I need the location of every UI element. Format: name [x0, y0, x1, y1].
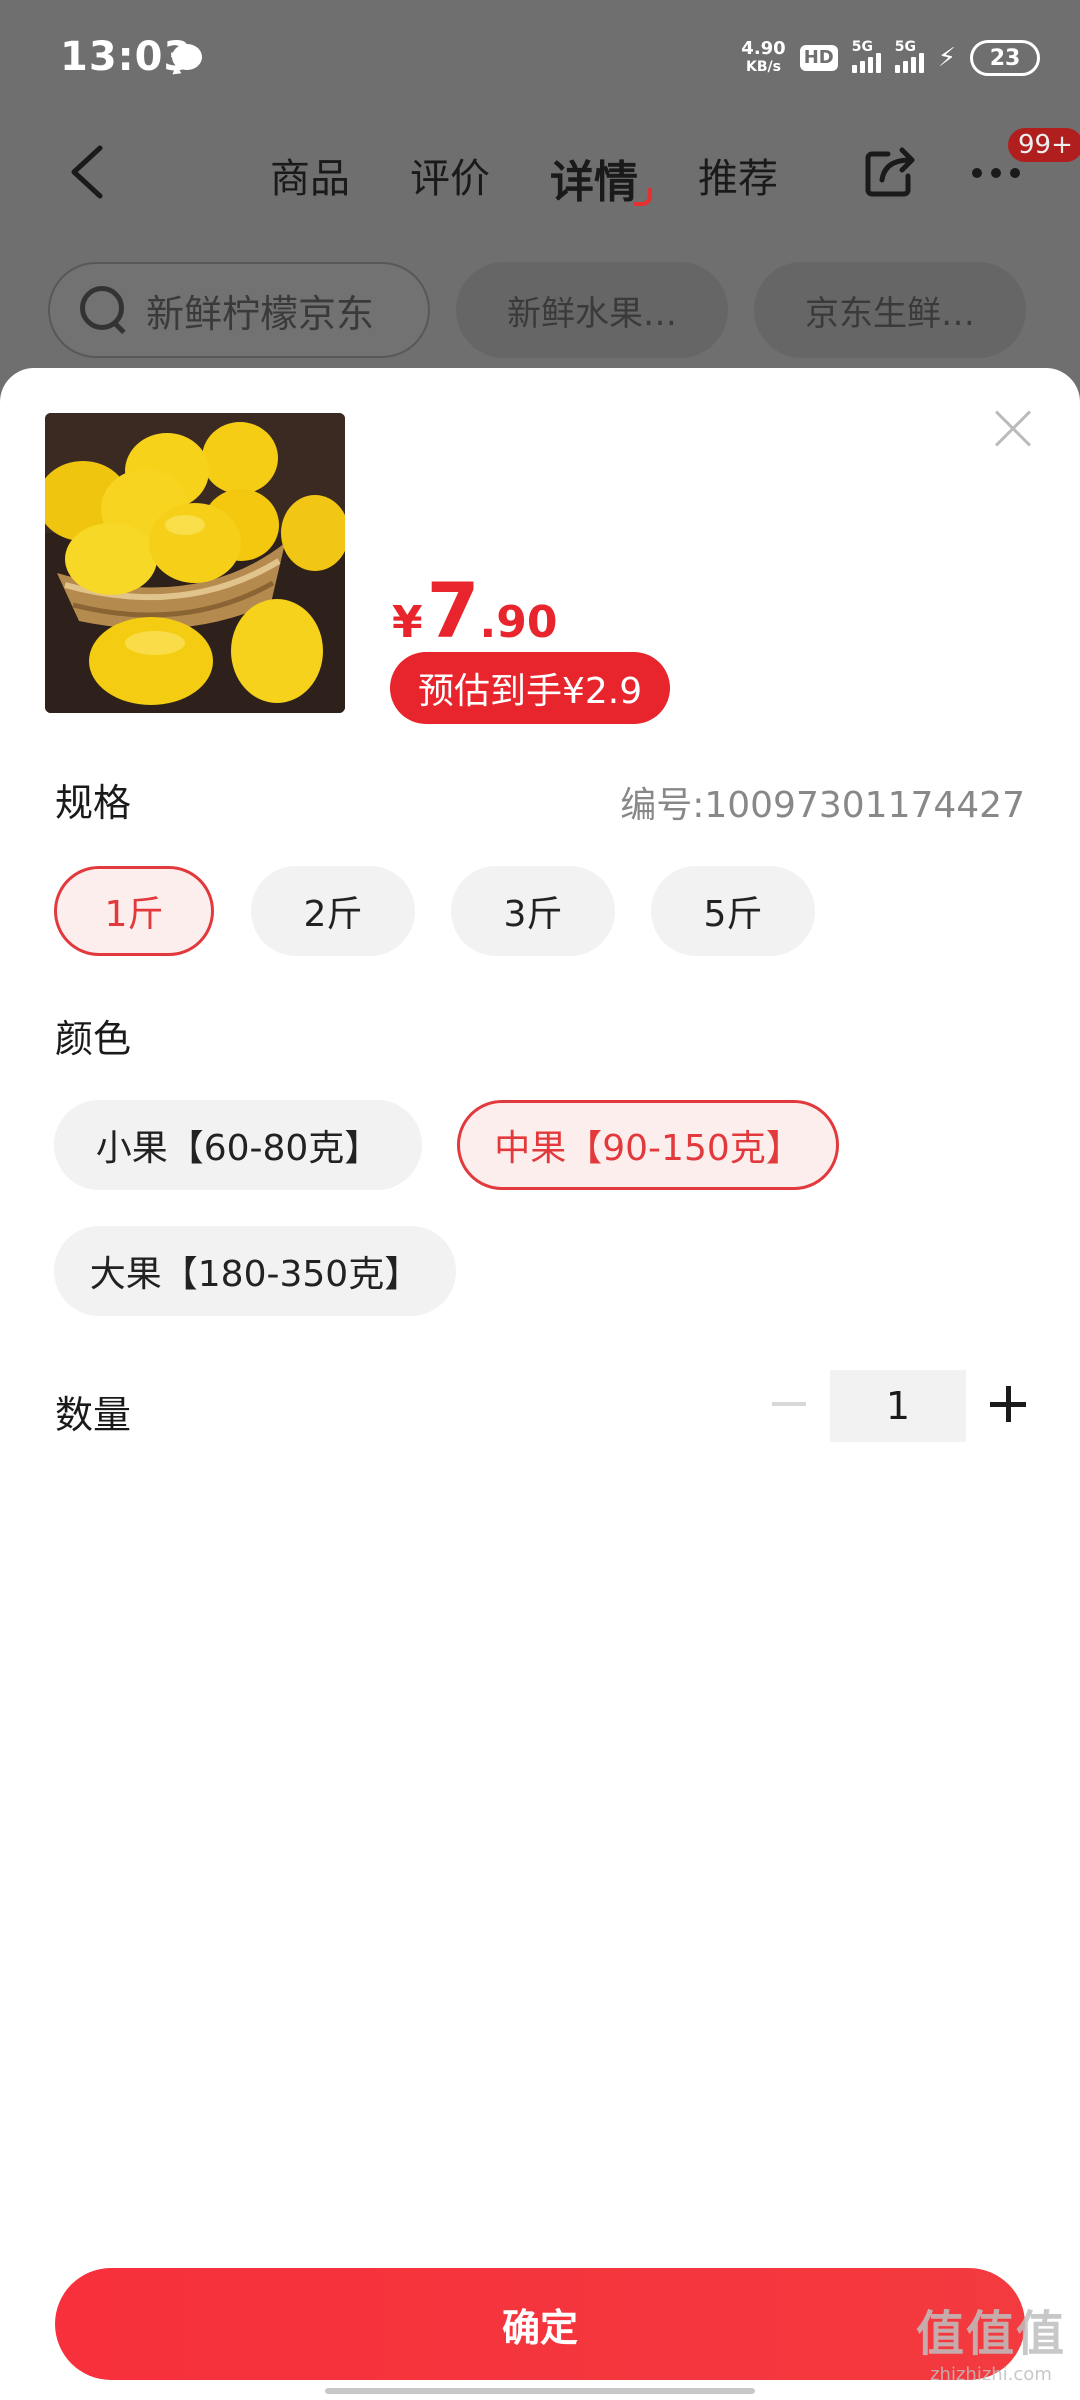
quantity-label: 数量: [55, 1393, 132, 1437]
hd-voice-icon: HD: [799, 45, 838, 71]
confirm-button[interactable]: 确定: [55, 2268, 1025, 2380]
price-decimal: .90: [479, 597, 558, 648]
color-option-large[interactable]: 大果【180-350克】: [54, 1226, 456, 1316]
color-label: 颜色: [55, 1017, 132, 1061]
chat-notification-icon: [172, 44, 202, 70]
color-option-medium[interactable]: 中果【90-150克】: [457, 1100, 839, 1190]
lemon-basket-image: [45, 413, 345, 713]
watermark-sub: zhizhizhi.com: [930, 2364, 1052, 2385]
network-speed-value: 4.90: [741, 38, 786, 59]
search-input[interactable]: 新鲜柠檬京东: [48, 262, 430, 358]
battery-icon: 23: [970, 40, 1040, 76]
back-arrow-icon[interactable]: [62, 142, 114, 202]
watermark-logo: 值值值 zhizhizhi.com: [916, 2294, 1066, 2385]
nav-tabs: 商品 评价 详情 推荐: [270, 146, 838, 210]
price-currency: ¥: [392, 597, 423, 648]
network-speed: 4.90 KB/s: [741, 40, 785, 76]
tab-details[interactable]: 详情: [550, 146, 652, 210]
price-integer: 7: [426, 566, 480, 655]
product-thumbnail[interactable]: [45, 413, 345, 713]
estimated-price-badge: 预估到手¥2.9: [390, 652, 671, 724]
tab-reviews[interactable]: 评价: [410, 146, 490, 210]
tab-recommend[interactable]: 推荐: [698, 146, 778, 210]
color-option-small[interactable]: 小果【60-80克】: [54, 1100, 422, 1190]
share-icon[interactable]: [862, 144, 918, 200]
sku-selection-sheet: ¥ 7 .90 预估到手¥2.9 规格 编号:10097301174427 1斤…: [0, 368, 1080, 2400]
product-price: ¥ 7 .90: [392, 566, 557, 655]
status-bar: 13:03 4.90 KB/s HD 5G 5G ⚡ 23: [0, 0, 1080, 118]
spec-label: 规格: [55, 781, 132, 825]
tab-product[interactable]: 商品: [270, 146, 350, 210]
home-indicator[interactable]: [325, 2388, 755, 2394]
search-chip-jd-fresh[interactable]: 京东生鲜…: [754, 262, 1026, 358]
spec-option-3jin[interactable]: 3斤: [451, 866, 615, 956]
network-speed-unit: KB/s: [746, 59, 781, 75]
spec-option-1jin[interactable]: 1斤: [54, 866, 214, 956]
message-count-badge: 99+: [1008, 128, 1080, 162]
search-row: 新鲜柠檬京东 新鲜水果… 京东生鲜…: [48, 262, 1026, 358]
signal-1-label: 5G: [851, 39, 873, 55]
search-chip-fresh-fruit[interactable]: 新鲜水果…: [456, 262, 728, 358]
signal-icon-2: 5G: [894, 39, 924, 73]
sku-number: 编号:10097301174427: [620, 785, 1025, 826]
product-nav-bar: 商品 评价 详情 推荐 99+: [0, 118, 1080, 228]
quantity-decrease-button[interactable]: [772, 1402, 806, 1406]
search-icon: [80, 286, 128, 334]
search-query: 新鲜柠檬京东: [146, 291, 375, 336]
close-icon[interactable]: [992, 408, 1034, 450]
quantity-increase-button[interactable]: [990, 1386, 1026, 1422]
status-indicators: 4.90 KB/s HD 5G 5G ⚡ 23: [741, 36, 1040, 80]
spec-option-5jin[interactable]: 5斤: [651, 866, 815, 956]
spec-option-2jin[interactable]: 2斤: [251, 866, 415, 956]
quantity-input[interactable]: 1: [830, 1370, 966, 1442]
signal-2-label: 5G: [894, 39, 916, 55]
signal-icon-1: 5G: [851, 39, 881, 73]
more-menu-icon[interactable]: [972, 168, 1020, 178]
charging-icon: ⚡: [937, 43, 956, 73]
watermark-main: 值值值: [915, 2306, 1066, 2362]
